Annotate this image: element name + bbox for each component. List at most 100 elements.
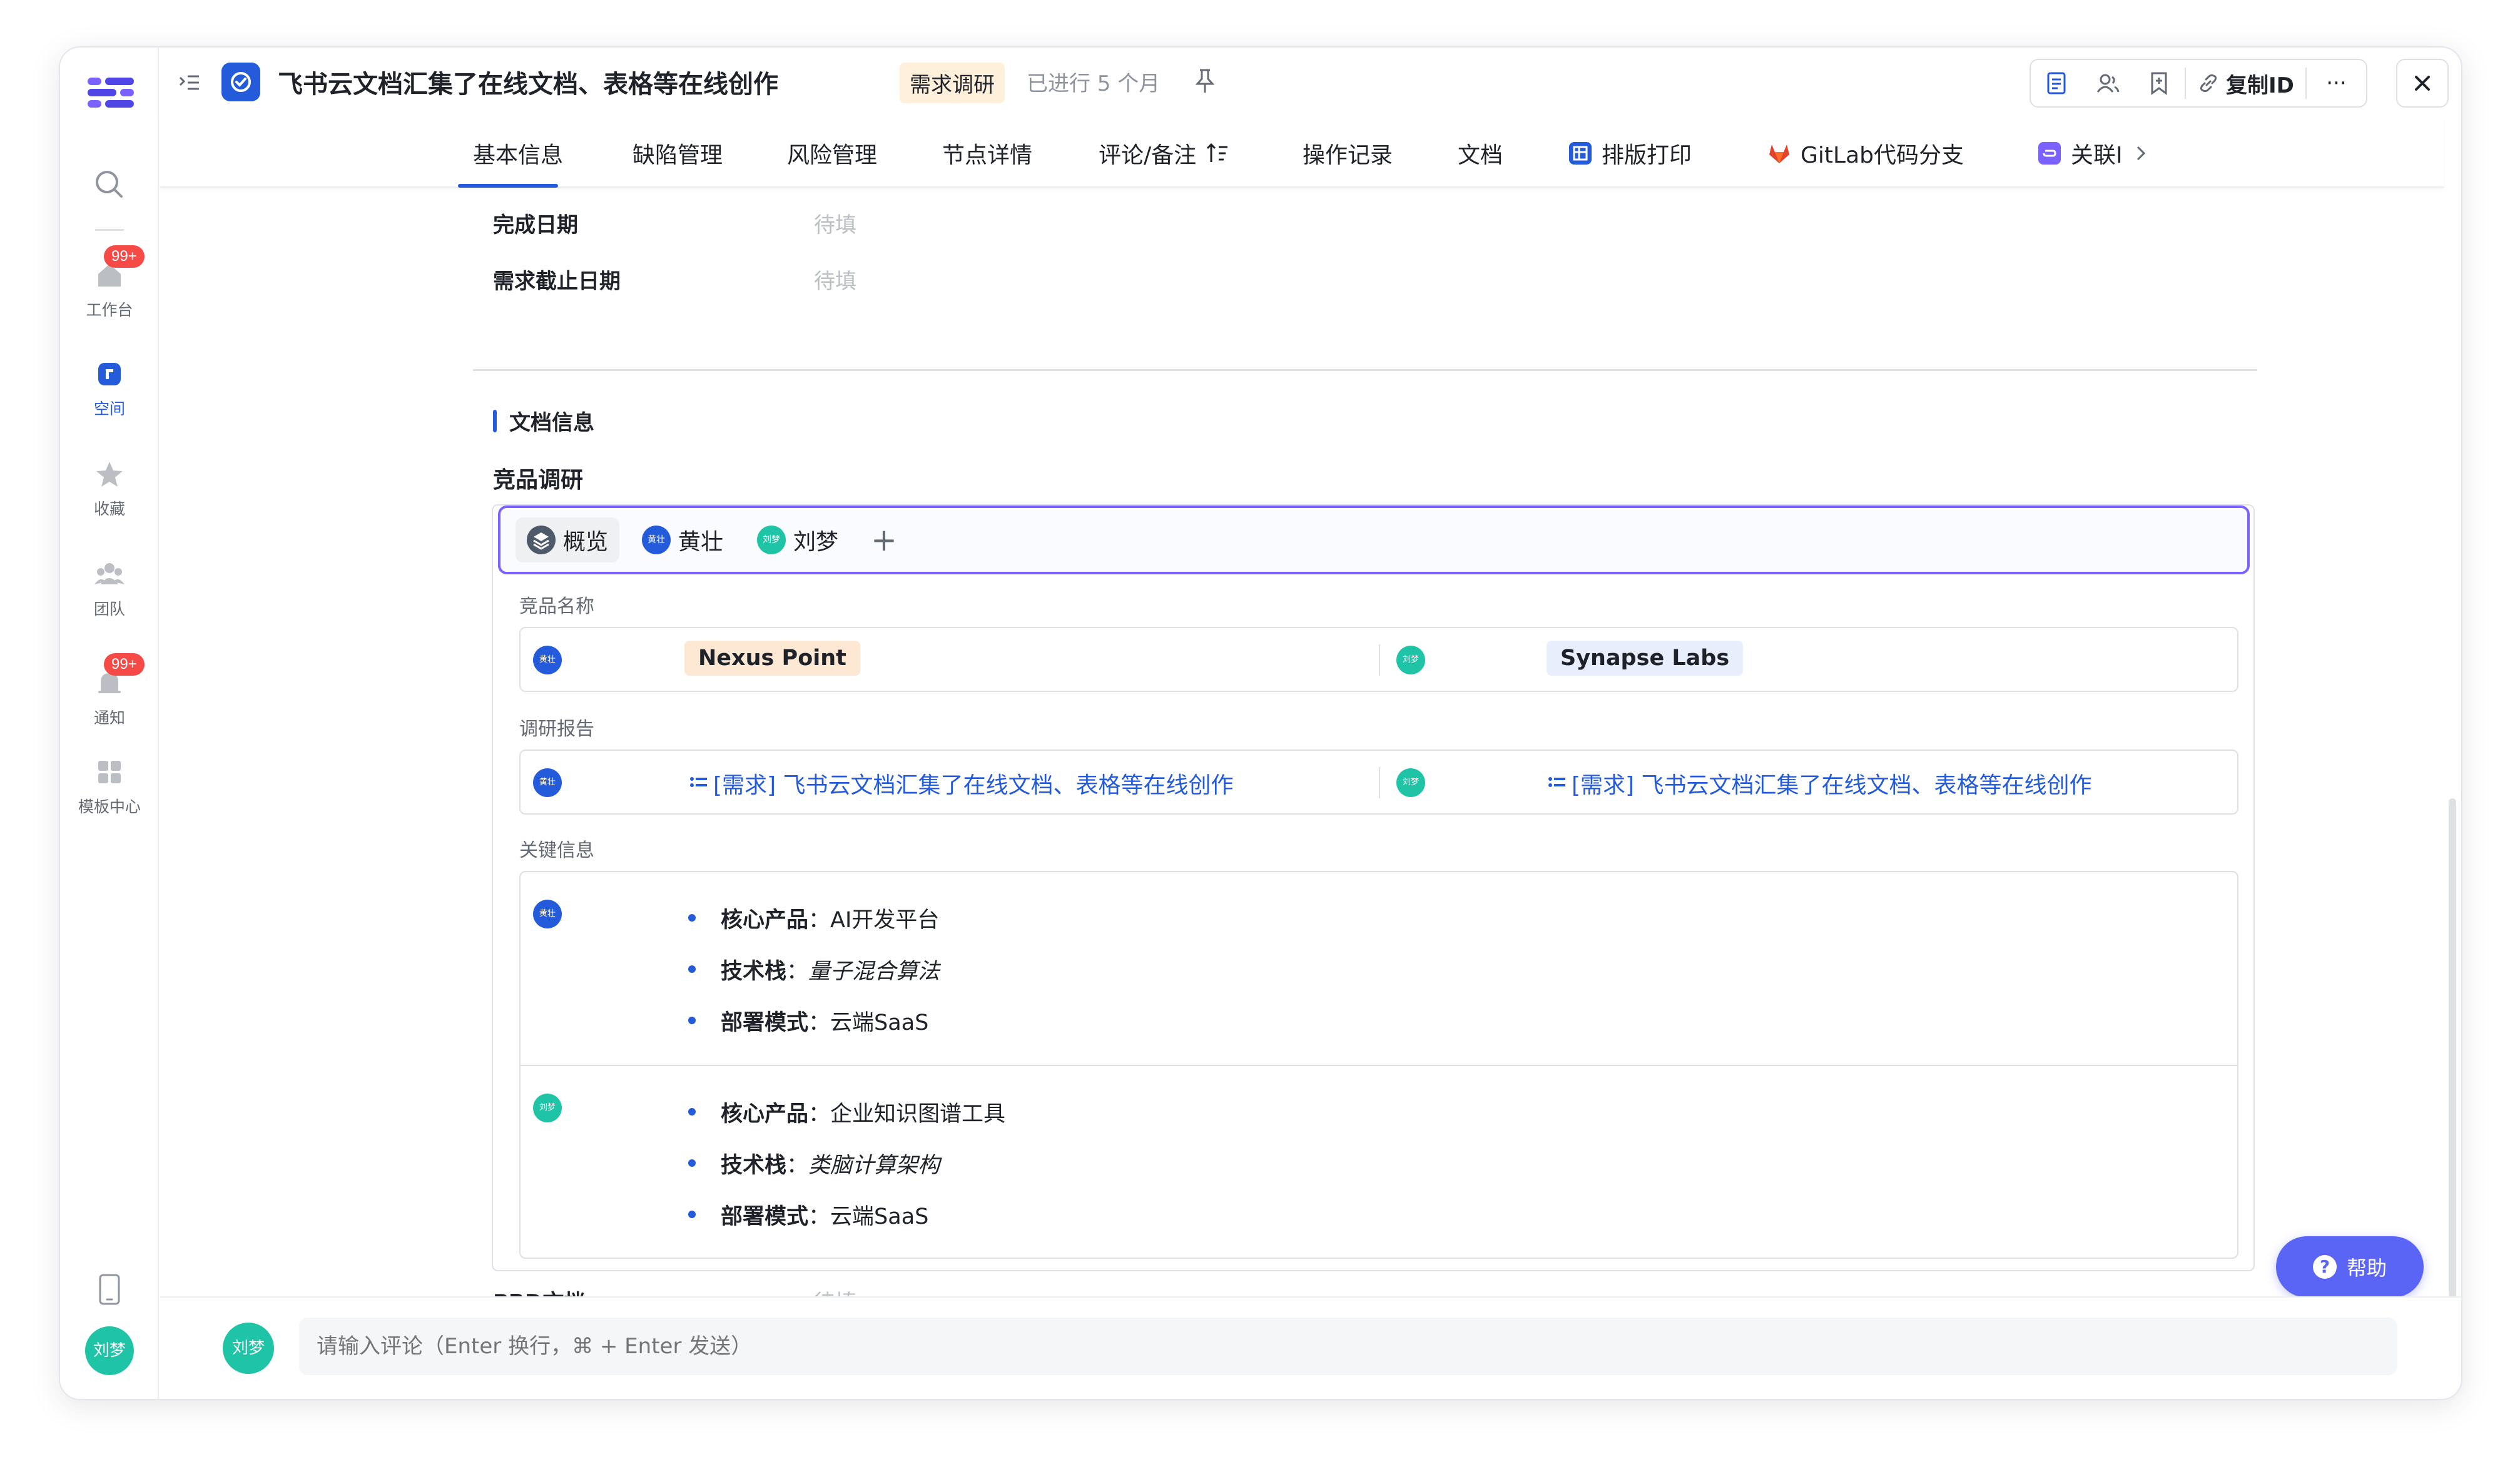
mobile-icon[interactable] bbox=[99, 1274, 120, 1305]
product-name-tag[interactable]: Nexus Point bbox=[684, 641, 860, 676]
gitlab-icon bbox=[1769, 145, 1789, 163]
vertical-scrollbar[interactable] bbox=[2449, 798, 2456, 1299]
section-accent-bar bbox=[493, 409, 497, 432]
group-label-key-info: 关键信息 bbox=[519, 840, 594, 862]
avatar: 黄壮 bbox=[533, 768, 562, 797]
stage-tag[interactable]: 需求调研 bbox=[900, 63, 1005, 103]
tab-basic-info[interactable]: 基本信息 bbox=[473, 136, 563, 170]
members-button[interactable] bbox=[2082, 60, 2133, 106]
rail-separator bbox=[95, 229, 124, 231]
tab-docs[interactable]: 文档 bbox=[1458, 136, 1503, 170]
section-title-text: 文档信息 bbox=[509, 410, 594, 435]
bullet-icon bbox=[688, 1211, 696, 1218]
bookmark-icon bbox=[2151, 72, 2167, 95]
tab-print-layout[interactable]: 排版打印 bbox=[1568, 136, 1692, 170]
comment-input[interactable] bbox=[299, 1318, 2397, 1375]
report-link-text: [需求] 飞书云文档汇集了在线文档、表格等在线创作 bbox=[713, 773, 1234, 798]
avatar: 黄壮 bbox=[533, 646, 562, 674]
key-info-entry: 黄壮 核心产品： AI开发平台 技术栈：量子混合算法 部署模式：云端SaaS bbox=[521, 872, 2237, 1066]
star-icon bbox=[96, 462, 123, 487]
workbench-badge: 99+ bbox=[104, 245, 145, 268]
competitor-research-panel: 概览 黄壮 黄壮 刘梦 刘梦 + 竞品名称 黄壮 Nexus Point 刘梦 bbox=[492, 504, 2255, 1271]
group-label-product-name: 竞品名称 bbox=[519, 596, 594, 618]
chip-label: 刘梦 bbox=[793, 529, 839, 555]
sort-icon[interactable] bbox=[1205, 141, 1230, 166]
bullet-icon bbox=[688, 914, 696, 922]
subsection-title: 竞品调研 bbox=[493, 467, 584, 493]
list-icon bbox=[690, 777, 707, 787]
layers-icon bbox=[527, 526, 556, 554]
list-icon bbox=[1548, 777, 1565, 787]
copy-id-button[interactable]: 复制ID bbox=[2185, 68, 2307, 99]
page-title: 飞书云文档汇集了在线文档、表格等在线创作 bbox=[278, 70, 778, 99]
report-link[interactable]: [需求] 飞书云文档汇集了在线文档、表格等在线创作 bbox=[1547, 767, 2092, 800]
avatar: 刘梦 bbox=[1396, 768, 1425, 797]
list-item: 技术栈：量子混合算法 bbox=[688, 943, 940, 995]
tab-bar: 基本信息 缺陷管理 风险管理 节点详情 评论/备注 操作记录 文档 排版打印 G… bbox=[160, 116, 2444, 188]
more-button[interactable]: ··· bbox=[2307, 71, 2366, 96]
key-info-list: 核心产品：企业知识图谱工具 技术栈：类脑计算架构 部署模式：云端SaaS bbox=[688, 1086, 1005, 1240]
key-value: 量子混合算法 bbox=[808, 958, 940, 984]
comment-user-avatar: 刘梦 bbox=[223, 1323, 274, 1374]
chip-label: 黄壮 bbox=[678, 529, 724, 555]
key-label: 部署模式 bbox=[721, 1010, 809, 1035]
search-icon[interactable] bbox=[91, 166, 126, 201]
avatar: 刘梦 bbox=[757, 526, 786, 554]
app-window: 99+ 工作台 空间 收藏 团队 99+ 通知 模板中心 刘梦 飞书云文档汇集了… bbox=[59, 46, 2462, 1400]
field-label-prd: PRD文档 bbox=[493, 1285, 585, 1296]
key-info-list: 核心产品： AI开发平台 技术栈：量子混合算法 部署模式：云端SaaS bbox=[688, 892, 940, 1046]
list-item: 核心产品：企业知识图谱工具 bbox=[688, 1086, 1005, 1137]
key-info-entry: 刘梦 核心产品：企业知识图谱工具 技术栈：类脑计算架构 部署模式：云端SaaS bbox=[521, 1066, 2237, 1260]
space-icon bbox=[98, 363, 121, 385]
report-link[interactable]: [需求] 飞书云文档汇集了在线文档、表格等在线创作 bbox=[688, 767, 1234, 800]
close-button[interactable] bbox=[2396, 59, 2449, 108]
chip-overview[interactable]: 概览 bbox=[516, 517, 620, 562]
product-name-row: 黄壮 Nexus Point 刘梦 Synapse Labs bbox=[519, 627, 2238, 692]
bookmark-button[interactable] bbox=[2133, 60, 2185, 106]
document-icon bbox=[2047, 72, 2066, 94]
tab-gitlab-branch[interactable]: GitLab代码分支 bbox=[1767, 136, 1964, 170]
chip-user-huangzhuang[interactable]: 黄壮 黄壮 bbox=[631, 517, 734, 562]
field-value-deadline[interactable]: 待填 bbox=[814, 264, 856, 295]
chip-user-liumeng[interactable]: 刘梦 刘梦 bbox=[746, 517, 850, 562]
column-separator bbox=[1379, 644, 1380, 676]
user-avatar[interactable]: 刘梦 bbox=[85, 1326, 134, 1375]
chip-label: 概览 bbox=[563, 529, 609, 555]
key-label: 核心产品 bbox=[721, 1101, 809, 1127]
avatar: 刘梦 bbox=[1396, 646, 1425, 674]
rail-item-space[interactable]: 空间 bbox=[60, 357, 159, 419]
tab-related[interactable]: 关联I bbox=[2037, 136, 2150, 170]
field-value-prd[interactable]: 待填 bbox=[814, 1285, 856, 1296]
bullet-icon bbox=[688, 1017, 696, 1024]
main-content: 完成日期 待填 需求截止日期 待填 文档信息 竞品调研 概览 黄壮 黄壮 刘梦 … bbox=[160, 189, 2444, 1296]
rail-item-team[interactable]: 团队 bbox=[60, 557, 159, 619]
doc-view-button[interactable] bbox=[2031, 60, 2082, 106]
sidebar-toggle-icon[interactable] bbox=[176, 70, 201, 95]
tab-comments[interactable]: 评论/备注 bbox=[1099, 136, 1230, 170]
bullet-icon bbox=[688, 965, 696, 973]
product-name-tag[interactable]: Synapse Labs bbox=[1547, 641, 1744, 676]
chevron-right-icon[interactable] bbox=[2131, 142, 2150, 165]
rail-item-label: 团队 bbox=[93, 600, 125, 618]
key-label: 技术栈 bbox=[721, 958, 787, 984]
pin-icon[interactable] bbox=[1192, 68, 1217, 95]
notifications-badge: 99+ bbox=[104, 653, 145, 676]
list-item: 部署模式：云端SaaS bbox=[688, 1189, 1005, 1240]
help-button[interactable]: ? 帮助 bbox=[2276, 1236, 2424, 1298]
tab-operation-log[interactable]: 操作记录 bbox=[1303, 136, 1393, 170]
key-value: 云端SaaS bbox=[830, 1010, 929, 1035]
add-chip-button[interactable]: + bbox=[861, 517, 907, 562]
key-value: 企业知识图谱工具 bbox=[830, 1101, 1006, 1127]
requirement-type-icon bbox=[221, 63, 260, 101]
tab-node-details[interactable]: 节点详情 bbox=[942, 136, 1032, 170]
rail-item-templates[interactable]: 模板中心 bbox=[60, 755, 159, 817]
field-value-complete-date[interactable]: 待填 bbox=[814, 208, 856, 238]
rail-item-workbench[interactable]: 99+ 工作台 bbox=[60, 245, 159, 320]
rail-item-notifications[interactable]: 99+ 通知 bbox=[60, 653, 159, 728]
tab-defects[interactable]: 缺陷管理 bbox=[633, 136, 723, 170]
rail-item-favorites[interactable]: 收藏 bbox=[60, 457, 159, 519]
rail-item-label: 空间 bbox=[93, 400, 125, 418]
bullet-icon bbox=[688, 1108, 696, 1116]
tab-risks[interactable]: 风险管理 bbox=[787, 136, 877, 170]
app-logo-icon[interactable] bbox=[88, 74, 134, 111]
